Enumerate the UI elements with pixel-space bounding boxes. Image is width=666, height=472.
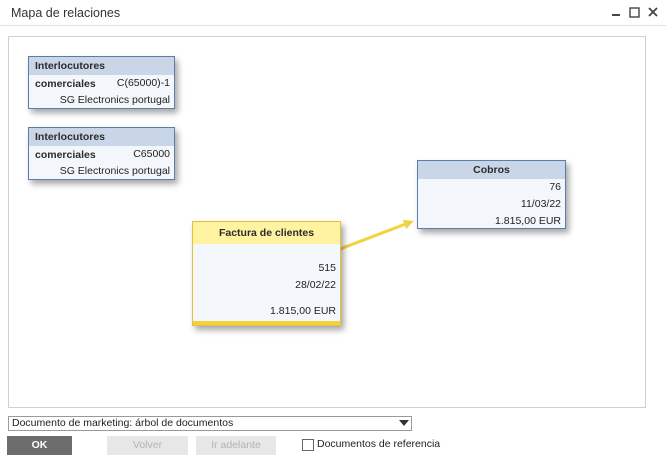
chevron-down-icon[interactable] [399,420,409,426]
business-partner-node-1[interactable]: Interlocutores comerciales C(65000)-1 SG… [28,56,175,109]
window-title: Mapa de relaciones [11,6,121,20]
forward-button-label: Ir adelante [211,439,261,451]
node-header: Factura de clientes [193,222,340,244]
back-button[interactable]: Volver [107,436,188,455]
title-bar: Mapa de relaciones [0,0,666,26]
node-number: 76 [549,181,561,193]
node-amount: 1.815,00 EUR [270,305,336,317]
node-highlight-bar [193,321,340,325]
node-number: 515 [318,262,336,274]
relationship-map-canvas: Interlocutores comerciales C(65000)-1 SG… [8,36,646,408]
view-select[interactable]: Documento de marketing: árbol de documen… [8,416,412,431]
node-header: Interlocutores comerciales [29,128,174,161]
payment-node[interactable]: Cobros 76 11/03/22 1.815,00 EUR [417,160,566,229]
node-name: SG Electronics portugal [59,165,170,177]
business-partner-node-2[interactable]: Interlocutores comerciales C65000 SG Ele… [28,127,175,180]
node-header: Interlocutores comerciales [29,57,174,90]
forward-button[interactable]: Ir adelante [196,436,276,455]
node-amount: 1.815,00 EUR [495,215,561,227]
node-name: SG Electronics portugal [59,94,170,106]
customer-invoice-node[interactable]: Factura de clientes 515 28/02/22 1.815,0… [192,221,341,326]
node-header: Cobros [418,161,565,179]
view-select-value: Documento de marketing: árbol de documen… [12,417,234,429]
ok-button[interactable]: OK [7,436,72,455]
node-date: 28/02/22 [295,279,336,291]
minimize-icon[interactable] [608,4,624,20]
reference-docs-checkbox[interactable] [302,439,314,451]
close-icon[interactable] [645,4,661,20]
maximize-icon[interactable] [626,4,642,20]
node-date: 11/03/22 [520,198,561,210]
reference-docs-label[interactable]: Documentos de referencia [317,438,440,450]
back-button-label: Volver [132,439,163,451]
